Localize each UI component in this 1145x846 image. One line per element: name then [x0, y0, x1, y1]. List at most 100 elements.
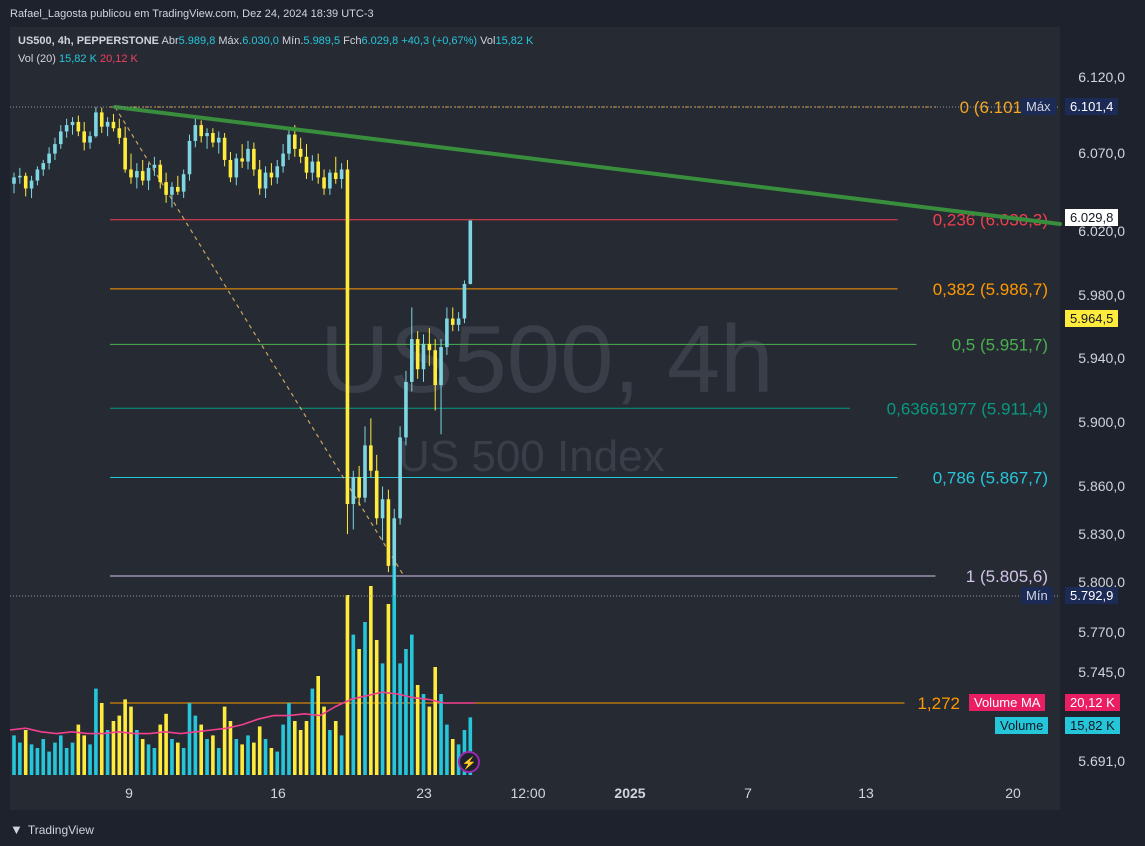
candle-body: [129, 169, 133, 178]
candle-body: [211, 133, 215, 143]
candle-body: [82, 131, 86, 143]
candle-body: [18, 175, 22, 178]
volume-bar: [433, 667, 437, 775]
candle-body: [281, 153, 285, 167]
volume-label-badge: Volume: [995, 717, 1049, 734]
volume-bar: [99, 703, 104, 775]
volume-ma-indicator-value: 20,12 K: [99, 53, 138, 65]
candle-body: [445, 318, 449, 348]
volume-bar: [322, 706, 326, 775]
volume-bar: [216, 748, 221, 775]
volume-legend: Vol (20) 15,82 K 20,12 K: [18, 53, 138, 65]
candle-body: [70, 121, 75, 126]
time-tick-label: 7: [744, 785, 752, 801]
volume-bar: [269, 748, 274, 775]
fib-retracement[interactable]: 0 (6.1010,236 (6.030,3)0,382 (5.986,7)0,…: [110, 98, 1048, 713]
fib-level-label: 1,272: [917, 694, 960, 713]
candle-body: [374, 470, 379, 519]
legend-open-label: Abr: [161, 35, 179, 47]
trend-line[interactable]: [113, 105, 1062, 226]
volume-bar: [234, 739, 239, 775]
tradingview-brand: TradingView: [27, 822, 94, 837]
volume-bar: [105, 730, 110, 775]
price-tick-label: 5.900,0: [1078, 414, 1125, 430]
legend-change: +40,3 (+0,67%): [401, 35, 478, 47]
candle-body: [333, 172, 338, 179]
candle-body: [386, 499, 391, 566]
volume-bar: [140, 739, 145, 775]
volume-bar: [135, 730, 139, 775]
volume-bar: [293, 721, 297, 775]
candle-body: [41, 163, 46, 170]
volume-bar: [427, 706, 432, 775]
volume-bar: [41, 739, 46, 775]
candle-body: [111, 121, 116, 129]
volume-indicator-name[interactable]: Vol (20): [18, 53, 56, 65]
volume-bar: [205, 739, 209, 775]
tradingview-logo[interactable]: ▼ TradingView: [10, 822, 94, 837]
candle-body: [35, 169, 40, 181]
volume-ma-value-badge: 20,12 K: [1065, 694, 1120, 711]
legend-low-label: Mín.: [281, 35, 304, 47]
legend-open: 5.989,8: [178, 35, 216, 47]
candle-body: [339, 169, 344, 179]
candle-body: [170, 186, 174, 195]
volume-bar: [281, 724, 285, 775]
time-tick-label: 20: [1005, 785, 1021, 801]
legend-high-label: Máx.: [218, 35, 243, 47]
candle-body: [369, 445, 373, 471]
candle-body: [310, 161, 315, 173]
candle-body: [135, 171, 139, 178]
candle-body: [76, 121, 81, 132]
volume-bar: [123, 699, 127, 775]
legend-symbol[interactable]: US500, 4h, PEPPERSTONE: [18, 35, 159, 47]
candle-body: [415, 339, 420, 370]
last-price-badge: 6.029,8: [1065, 209, 1119, 226]
volume-bar: [287, 703, 291, 775]
time-tick-label: 2025: [614, 785, 645, 801]
time-tick-label: 23: [416, 785, 432, 801]
legend-vol-label: Vol: [480, 35, 496, 47]
volume-bar: [333, 721, 338, 775]
volume-bar: [70, 742, 75, 775]
volume-bar: [398, 663, 402, 775]
volume-bar: [152, 748, 157, 775]
legend-close-label: Fch: [343, 35, 362, 47]
volume-bar: [47, 751, 51, 775]
candle-body: [263, 172, 268, 189]
candle-body: [269, 172, 274, 178]
volume-bar: [339, 735, 344, 775]
volume-bar: [64, 748, 69, 775]
price-scale-ticks: 6.120,06.070,06.020,05.980,05.940,05.900…: [1078, 69, 1125, 769]
price-tick-label: 5.830,0: [1078, 526, 1125, 542]
symbol-legend: US500, 4h, PEPPERSTONE Abr5.989,8 Máx.6.…: [18, 35, 533, 47]
candle-body: [146, 167, 151, 181]
candle-body: [287, 134, 291, 154]
volume-bar: [246, 735, 250, 775]
candle-body: [421, 343, 426, 370]
volume-ma-label-badge: Volume MA: [969, 694, 1046, 711]
volume-bar: [35, 748, 40, 775]
footer: [0, 810, 1145, 846]
candle-body: [410, 339, 414, 382]
max-label-badge: Máx: [1021, 98, 1056, 115]
candle-body: [398, 437, 402, 519]
fib-level-label: 0,5 (5.951,7): [952, 335, 1048, 354]
legend-low: 5.989,5: [303, 35, 341, 47]
volume-bar: [193, 715, 198, 775]
candle-body: [59, 131, 63, 145]
candle-body: [351, 477, 356, 505]
price-chart[interactable]: 0 (6.1010,236 (6.030,3)0,382 (5.986,7)0,…: [0, 0, 1145, 846]
volume-bar: [363, 622, 367, 775]
price-tick-label: 5.940,0: [1078, 350, 1125, 366]
candle-body: [158, 164, 163, 183]
volume-bar: [53, 742, 57, 775]
price-tick-label: 6.120,0: [1078, 69, 1125, 85]
volume-bar: [82, 735, 86, 775]
lightning-icon: ⚡: [462, 756, 477, 770]
volume-bar: [164, 713, 168, 775]
volume-bar: [176, 742, 180, 775]
candle-body: [456, 318, 461, 325]
volume-bar: [263, 739, 268, 775]
volume-bar: [316, 676, 320, 775]
